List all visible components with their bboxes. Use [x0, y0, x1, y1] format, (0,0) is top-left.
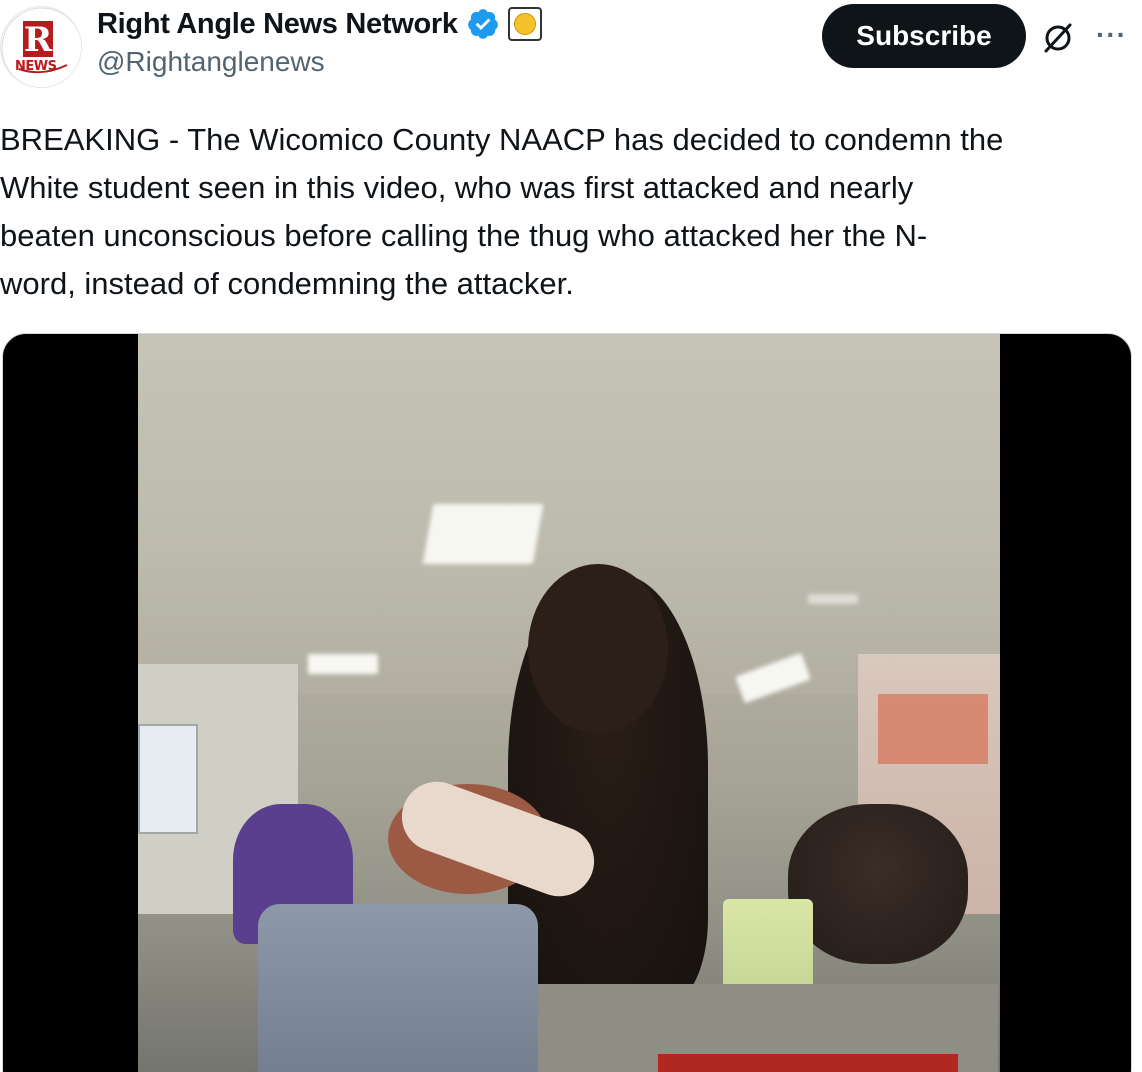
subscribe-button[interactable]: Subscribe [822, 4, 1026, 68]
ceiling-light [808, 594, 858, 604]
classroom-poster [878, 694, 988, 764]
verified-badge-icon[interactable] [466, 7, 500, 41]
ceiling-light [308, 654, 378, 674]
avatar-logo-text: NEWS [15, 59, 57, 74]
red-object [658, 1054, 958, 1072]
affiliate-badge-icon[interactable] [507, 7, 542, 41]
students-background [788, 804, 968, 964]
tweet: R NEWS Right Angle News Network @Rightan… [0, 0, 1142, 1072]
handle[interactable]: @Rightanglenews [97, 46, 325, 78]
ceiling-light [422, 504, 544, 564]
affiliate-badge-dot [513, 13, 536, 35]
svg-text:R: R [24, 20, 53, 60]
grok-icon[interactable] [1040, 20, 1076, 56]
more-icon[interactable]: ··· [1096, 20, 1130, 50]
right-angle-news-logo-icon: R [1, 7, 81, 87]
chair [258, 904, 538, 1072]
name-row: Right Angle News Network [97, 4, 542, 44]
classroom-board [138, 724, 198, 834]
person-head [528, 564, 668, 734]
video-media[interactable] [2, 333, 1132, 1072]
display-name[interactable]: Right Angle News Network [97, 8, 458, 41]
avatar[interactable]: R NEWS [0, 6, 82, 88]
video-frame [138, 334, 1000, 1072]
tweet-text: BREAKING - The Wicomico County NAACP has… [0, 122, 1004, 301]
